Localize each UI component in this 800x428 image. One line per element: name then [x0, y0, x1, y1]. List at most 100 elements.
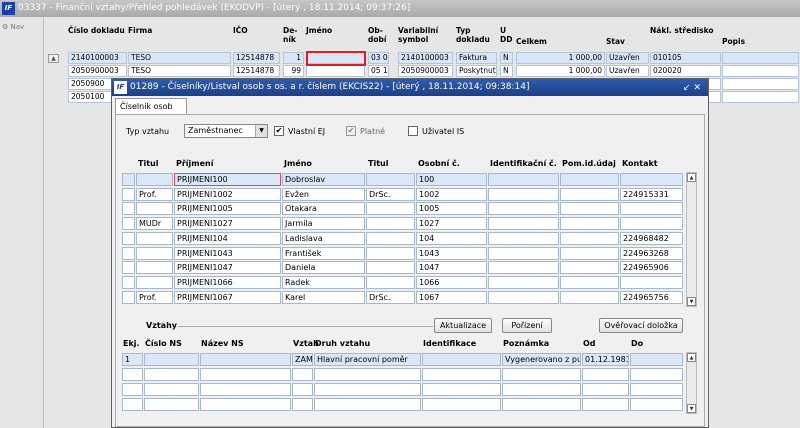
persons-cell[interactable] — [366, 173, 415, 186]
main-grid-cell[interactable]: 99 — [283, 65, 304, 77]
persons-cell[interactable] — [620, 275, 683, 289]
main-grid-cell[interactable]: 020020 — [650, 65, 721, 77]
persons-cell[interactable] — [488, 173, 559, 186]
persons-cell[interactable]: DrSc. — [366, 290, 415, 304]
typ-vztahu-select[interactable]: Zaměstnanec ▼ — [184, 124, 268, 138]
main-grid-cell[interactable] — [722, 91, 799, 103]
overovaci-dolozka-button[interactable]: Ověřovací doložka — [599, 318, 683, 333]
persons-cell[interactable]: 104 — [416, 231, 487, 245]
persons-cell[interactable]: 1005 — [416, 202, 487, 216]
vztahy-cell[interactable] — [630, 368, 683, 381]
persons-cell[interactable] — [136, 261, 173, 275]
vztahy-cell[interactable] — [314, 398, 421, 411]
persons-cell[interactable] — [620, 173, 683, 186]
persons-cell[interactable] — [488, 202, 559, 216]
main-grid-cell[interactable] — [722, 52, 799, 64]
main-grid-cell[interactable]: 1 000,00 — [516, 52, 605, 64]
persons-cell[interactable] — [136, 173, 173, 186]
uzivatel-is-checkbox[interactable] — [408, 126, 418, 136]
porizeni-button[interactable]: Pořízení — [502, 318, 552, 333]
chevron-down-icon[interactable]: ▼ — [255, 125, 267, 137]
vztahy-cell[interactable] — [630, 383, 683, 396]
main-grid-cell[interactable]: 1 000,00 — [516, 65, 605, 77]
persons-cell[interactable] — [560, 275, 619, 289]
vztahy-cell[interactable] — [502, 398, 581, 411]
persons-cell[interactable] — [560, 246, 619, 260]
persons-cell[interactable] — [366, 217, 415, 231]
persons-cell[interactable]: 1047 — [416, 261, 487, 275]
persons-cell[interactable] — [136, 202, 173, 216]
main-grid-cell[interactable]: TESO — [128, 52, 231, 64]
persons-cell[interactable] — [122, 173, 135, 186]
persons-cell[interactable] — [560, 173, 619, 186]
close-icon[interactable]: ✕ — [693, 83, 704, 93]
vztahy-cell[interactable]: ZAM — [292, 353, 313, 366]
persons-cell[interactable] — [366, 275, 415, 289]
main-grid-cell[interactable]: N — [500, 65, 513, 77]
persons-cell[interactable]: Dobroslav — [282, 173, 365, 186]
persons-cell[interactable]: Karel — [282, 290, 365, 304]
persons-cell[interactable] — [560, 261, 619, 275]
persons-cell[interactable]: Daniela — [282, 261, 365, 275]
vztahy-cell[interactable] — [200, 353, 291, 366]
persons-cell[interactable] — [366, 261, 415, 275]
main-grid-cell[interactable]: 2050900003 — [398, 65, 453, 77]
vztahy-scrollbar[interactable]: ▲ ▼ — [686, 352, 697, 414]
persons-cell[interactable] — [560, 231, 619, 245]
main-grid-cell[interactable]: 12514878 — [233, 65, 280, 77]
scroll-up-icon[interactable]: ▲ — [687, 173, 696, 182]
vztahy-cell[interactable] — [422, 353, 501, 366]
vztahy-cell[interactable] — [422, 368, 501, 381]
vztahy-cell[interactable] — [502, 383, 581, 396]
persons-cell[interactable]: MUDr — [136, 217, 173, 231]
main-grid-cell[interactable]: 010105 — [650, 52, 721, 64]
persons-cell[interactable] — [620, 202, 683, 216]
vztahy-cell[interactable] — [630, 353, 683, 366]
vztahy-cell[interactable] — [200, 383, 291, 396]
vztahy-cell[interactable]: 01.12.1981 — [582, 353, 629, 366]
vztahy-cell[interactable] — [582, 383, 629, 396]
persons-cell[interactable] — [488, 231, 559, 245]
persons-cell[interactable] — [366, 202, 415, 216]
persons-cell[interactable]: 1043 — [416, 246, 487, 260]
persons-cell[interactable]: Jarmila — [282, 217, 365, 231]
persons-cell[interactable]: Prof. — [136, 187, 173, 201]
persons-cell[interactable] — [560, 187, 619, 201]
persons-cell[interactable]: Otakara — [282, 202, 365, 216]
persons-cell[interactable] — [122, 202, 135, 216]
persons-cell[interactable]: PRIJMENI1043 — [174, 246, 281, 260]
persons-cell[interactable]: Evžen — [282, 187, 365, 201]
persons-cell[interactable]: PRIJMENI104 — [174, 231, 281, 245]
main-grid-cell[interactable]: 12514878 — [233, 52, 280, 64]
persons-scrollbar[interactable]: ▲ ▼ — [686, 172, 697, 307]
vztahy-cell[interactable] — [422, 383, 501, 396]
vztahy-cell[interactable] — [630, 398, 683, 411]
vztahy-cell[interactable] — [292, 368, 313, 381]
persons-cell[interactable]: František — [282, 246, 365, 260]
vztahy-cell[interactable] — [200, 368, 291, 381]
persons-cell[interactable] — [560, 290, 619, 304]
main-grid-cell[interactable]: 2140100003 — [398, 52, 453, 64]
restore-icon[interactable]: ↙ — [683, 83, 694, 93]
vztahy-cell[interactable]: Vygenerovano z pu — [502, 353, 581, 366]
persons-cell[interactable] — [620, 217, 683, 231]
persons-cell[interactable]: 1002 — [416, 187, 487, 201]
aktualizace-button[interactable]: Aktualizace — [434, 318, 492, 333]
persons-cell[interactable]: PRIJMENI1047 — [174, 261, 281, 275]
main-grid-cell[interactable]: Uzavřen — [606, 65, 649, 77]
platne-checkbox[interactable]: ✔ — [346, 126, 356, 136]
vztahy-cell[interactable] — [582, 398, 629, 411]
vztahy-cell[interactable]: 1 — [122, 353, 143, 366]
persons-cell[interactable]: DrSc. — [366, 187, 415, 201]
vztahy-cell[interactable] — [144, 398, 199, 411]
persons-cell[interactable] — [136, 275, 173, 289]
persons-cell[interactable]: 224968482 — [620, 231, 683, 245]
persons-cell[interactable]: 224965906 — [620, 261, 683, 275]
main-grid-cell[interactable]: N — [500, 52, 513, 64]
main-grid-cell[interactable]: 05 11 — [368, 65, 389, 77]
vztahy-cell[interactable] — [502, 368, 581, 381]
persons-cell[interactable] — [122, 261, 135, 275]
persons-cell[interactable]: Radek — [282, 275, 365, 289]
vztahy-cell[interactable] — [422, 398, 501, 411]
nav-button[interactable]: ⚙ Nav — [2, 23, 24, 31]
